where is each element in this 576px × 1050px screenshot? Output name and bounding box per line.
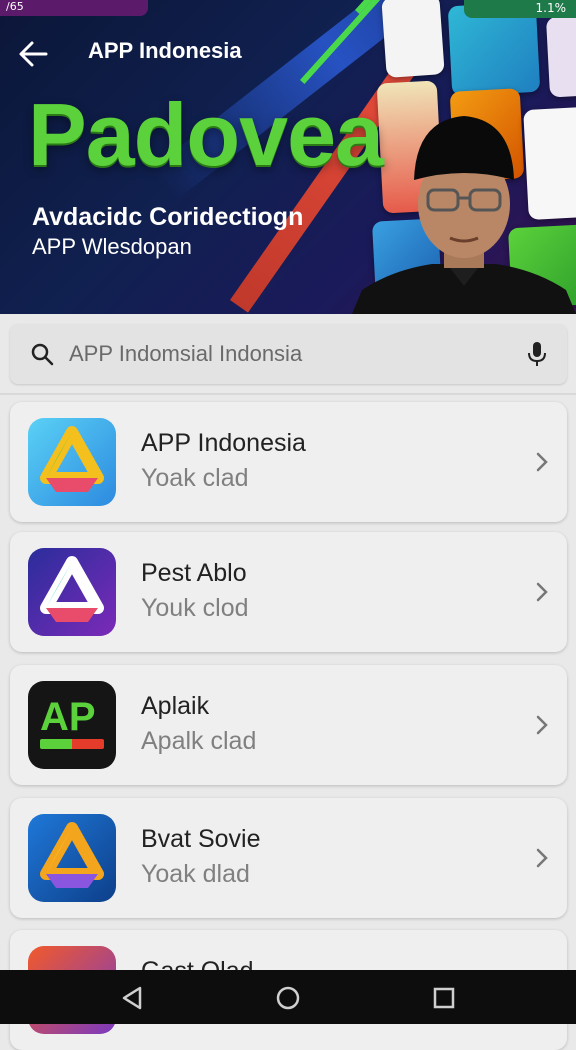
app-list-item[interactable]: APP Indonesia Yoak clad	[10, 402, 567, 522]
app-list-item[interactable]: Bvat Sovie Yoak dlad	[10, 798, 567, 918]
app-title: Bvat Sovie	[141, 825, 261, 853]
status-bar-right: 1.1%	[464, 0, 576, 18]
app-icon-drive-dark-blue	[28, 814, 116, 902]
hero-subtitle: Avdacidc Coridectiogn	[32, 203, 304, 231]
system-navigation-bar	[0, 970, 576, 1024]
app-list-item[interactable]: AP Aplaik Apalk clad	[10, 665, 567, 785]
chevron-right-icon	[536, 715, 548, 735]
chevron-right-icon	[536, 452, 548, 472]
person-photo	[352, 110, 576, 314]
divider	[0, 393, 576, 395]
app-subtitle: Apalk clad	[141, 727, 257, 755]
app-icon-drive-blue	[28, 418, 116, 506]
hero-tagline: APP Wlesdopan	[32, 234, 192, 259]
mic-icon[interactable]	[525, 340, 549, 368]
triangle-back-icon[interactable]	[118, 984, 146, 1012]
search-icon	[31, 343, 54, 366]
status-left-text: /65	[6, 0, 24, 13]
search-bar[interactable]: APP Indomsial Indonsia	[10, 324, 567, 384]
app-title: Aplaik	[141, 692, 210, 720]
battery-text: 1.1%	[535, 1, 567, 15]
hero-banner: /65 1.1% APP Indonesia Padovea Avdacidc …	[0, 0, 576, 314]
app-list-item[interactable]: Pest Ablo Youk clod	[10, 532, 567, 652]
back-button[interactable]	[16, 38, 50, 70]
app-icon-ap-text: AP	[40, 695, 96, 739]
app-icon-drive-purple	[28, 548, 116, 636]
arrow-left-icon	[19, 41, 48, 67]
app-subtitle: Yoak dlad	[141, 860, 250, 888]
circle-home-icon[interactable]	[274, 984, 302, 1012]
square-recents-icon[interactable]	[430, 984, 458, 1012]
hero-headline: Padovea	[28, 85, 384, 184]
app-subtitle: Yoak clad	[141, 464, 249, 492]
status-bar-left: /65	[0, 0, 148, 16]
app-title: APP Indonesia	[141, 429, 306, 457]
search-input[interactable]: APP Indomsial Indonsia	[69, 341, 302, 367]
app-icon-ap: AP	[28, 681, 116, 769]
chevron-right-icon	[536, 848, 548, 868]
app-title: Pest Ablo	[141, 559, 247, 587]
chevron-right-icon	[536, 582, 548, 602]
app-title: APP Indonesia	[88, 38, 242, 63]
app-subtitle: Youk clod	[141, 594, 249, 622]
